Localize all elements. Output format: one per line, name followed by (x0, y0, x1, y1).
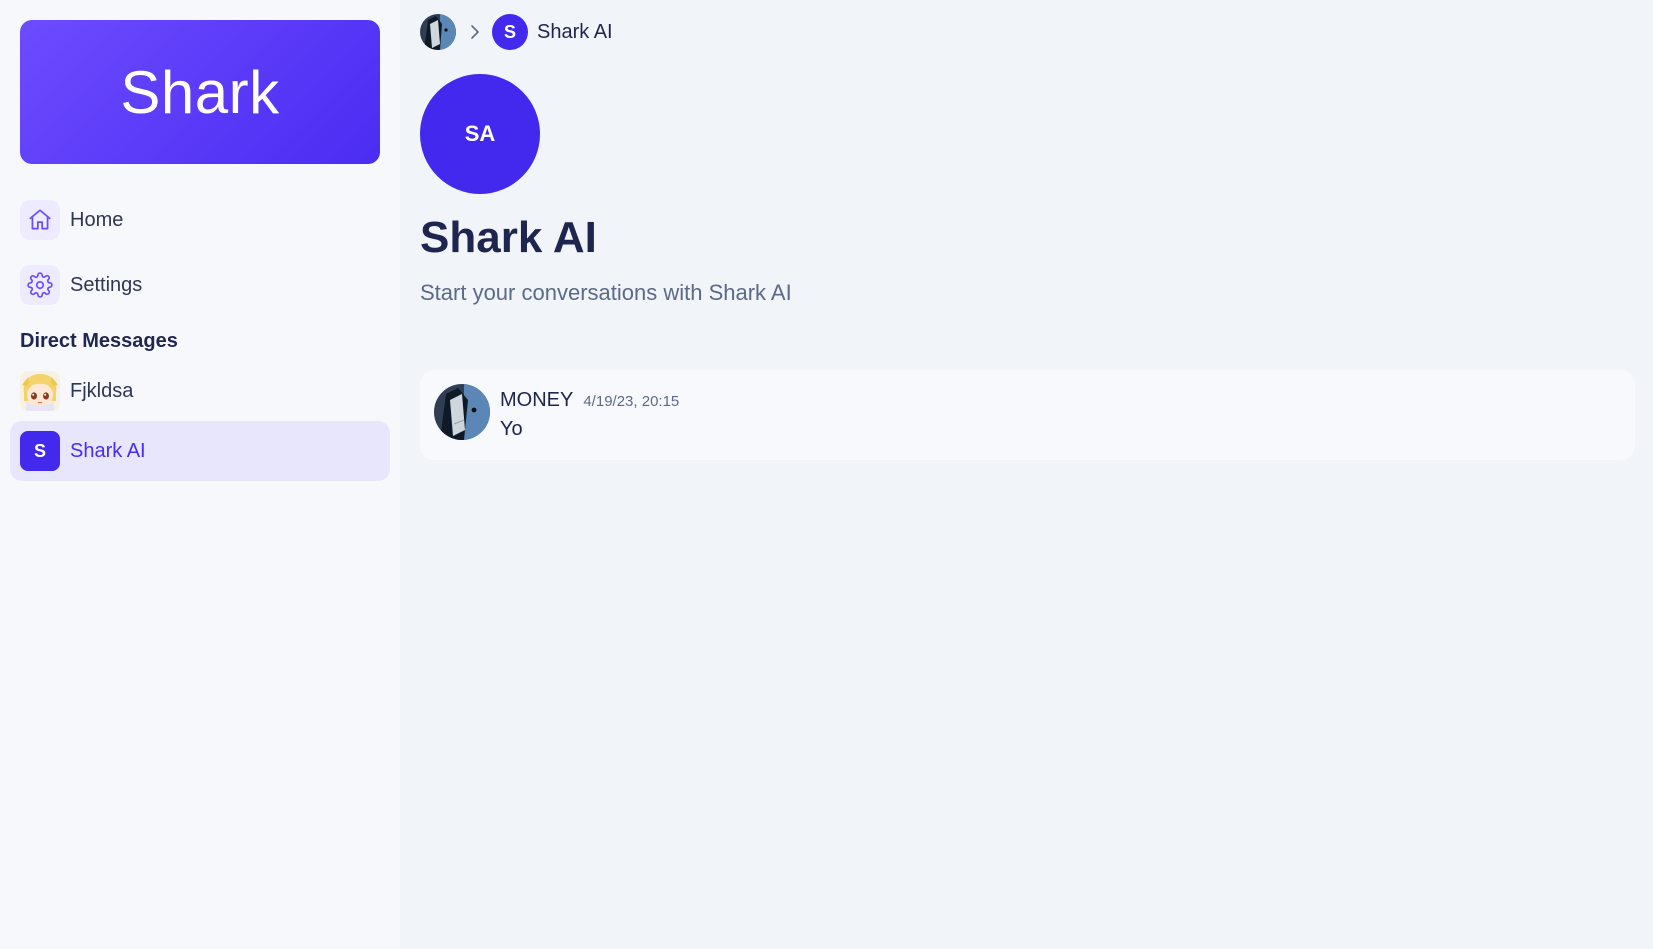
breadcrumb-current[interactable]: Shark AI (537, 21, 613, 44)
channel-avatar: SA (420, 74, 540, 194)
avatar (20, 371, 60, 411)
breadcrumb: S Shark AI (420, 14, 1635, 50)
message-body: MONEY 4/19/23, 20:15 Yo (500, 384, 679, 441)
sidebar-item-label: Settings (70, 273, 143, 296)
sidebar-nav: Home Settings (10, 200, 390, 305)
direct-messages-heading: Direct Messages (20, 330, 178, 352)
app-root: Shark Home Settings Direct Messages Fjkl… (0, 0, 1653, 949)
home-icon (20, 200, 60, 240)
message-timestamp: 4/19/23, 20:15 (583, 393, 680, 411)
gear-icon (20, 265, 60, 305)
message-author[interactable]: MONEY (500, 389, 573, 412)
main-content: S Shark AI SA Shark AI Start your conver… (400, 0, 1653, 949)
dm-item-shark-ai[interactable]: S Shark AI (10, 421, 390, 481)
dm-item-label: Fjkldsa (70, 379, 134, 402)
avatar: S (20, 431, 60, 471)
dm-item-fjkldsa[interactable]: Fjkldsa (10, 361, 390, 421)
message-text: Yo (500, 418, 523, 441)
brand-logo[interactable]: Shark (20, 20, 380, 164)
chevron-right-icon (468, 23, 482, 41)
page-title: Shark AI (420, 213, 597, 262)
dm-item-label: Shark AI (70, 439, 146, 462)
sidebar-item-label: Home (70, 208, 124, 231)
sidebar-item-home[interactable]: Home (10, 200, 390, 240)
avatar[interactable] (434, 384, 490, 441)
sidebar: Shark Home Settings Direct Messages Fjkl… (0, 0, 400, 949)
message-header: MONEY 4/19/23, 20:15 (500, 389, 679, 412)
message-item: MONEY 4/19/23, 20:15 Yo (420, 370, 1635, 461)
sidebar-item-settings[interactable]: Settings (10, 265, 390, 305)
page-subtitle: Start your conversations with Shark AI (420, 280, 792, 306)
channel-avatar-small[interactable]: S (492, 14, 528, 50)
user-avatar[interactable] (420, 14, 456, 50)
